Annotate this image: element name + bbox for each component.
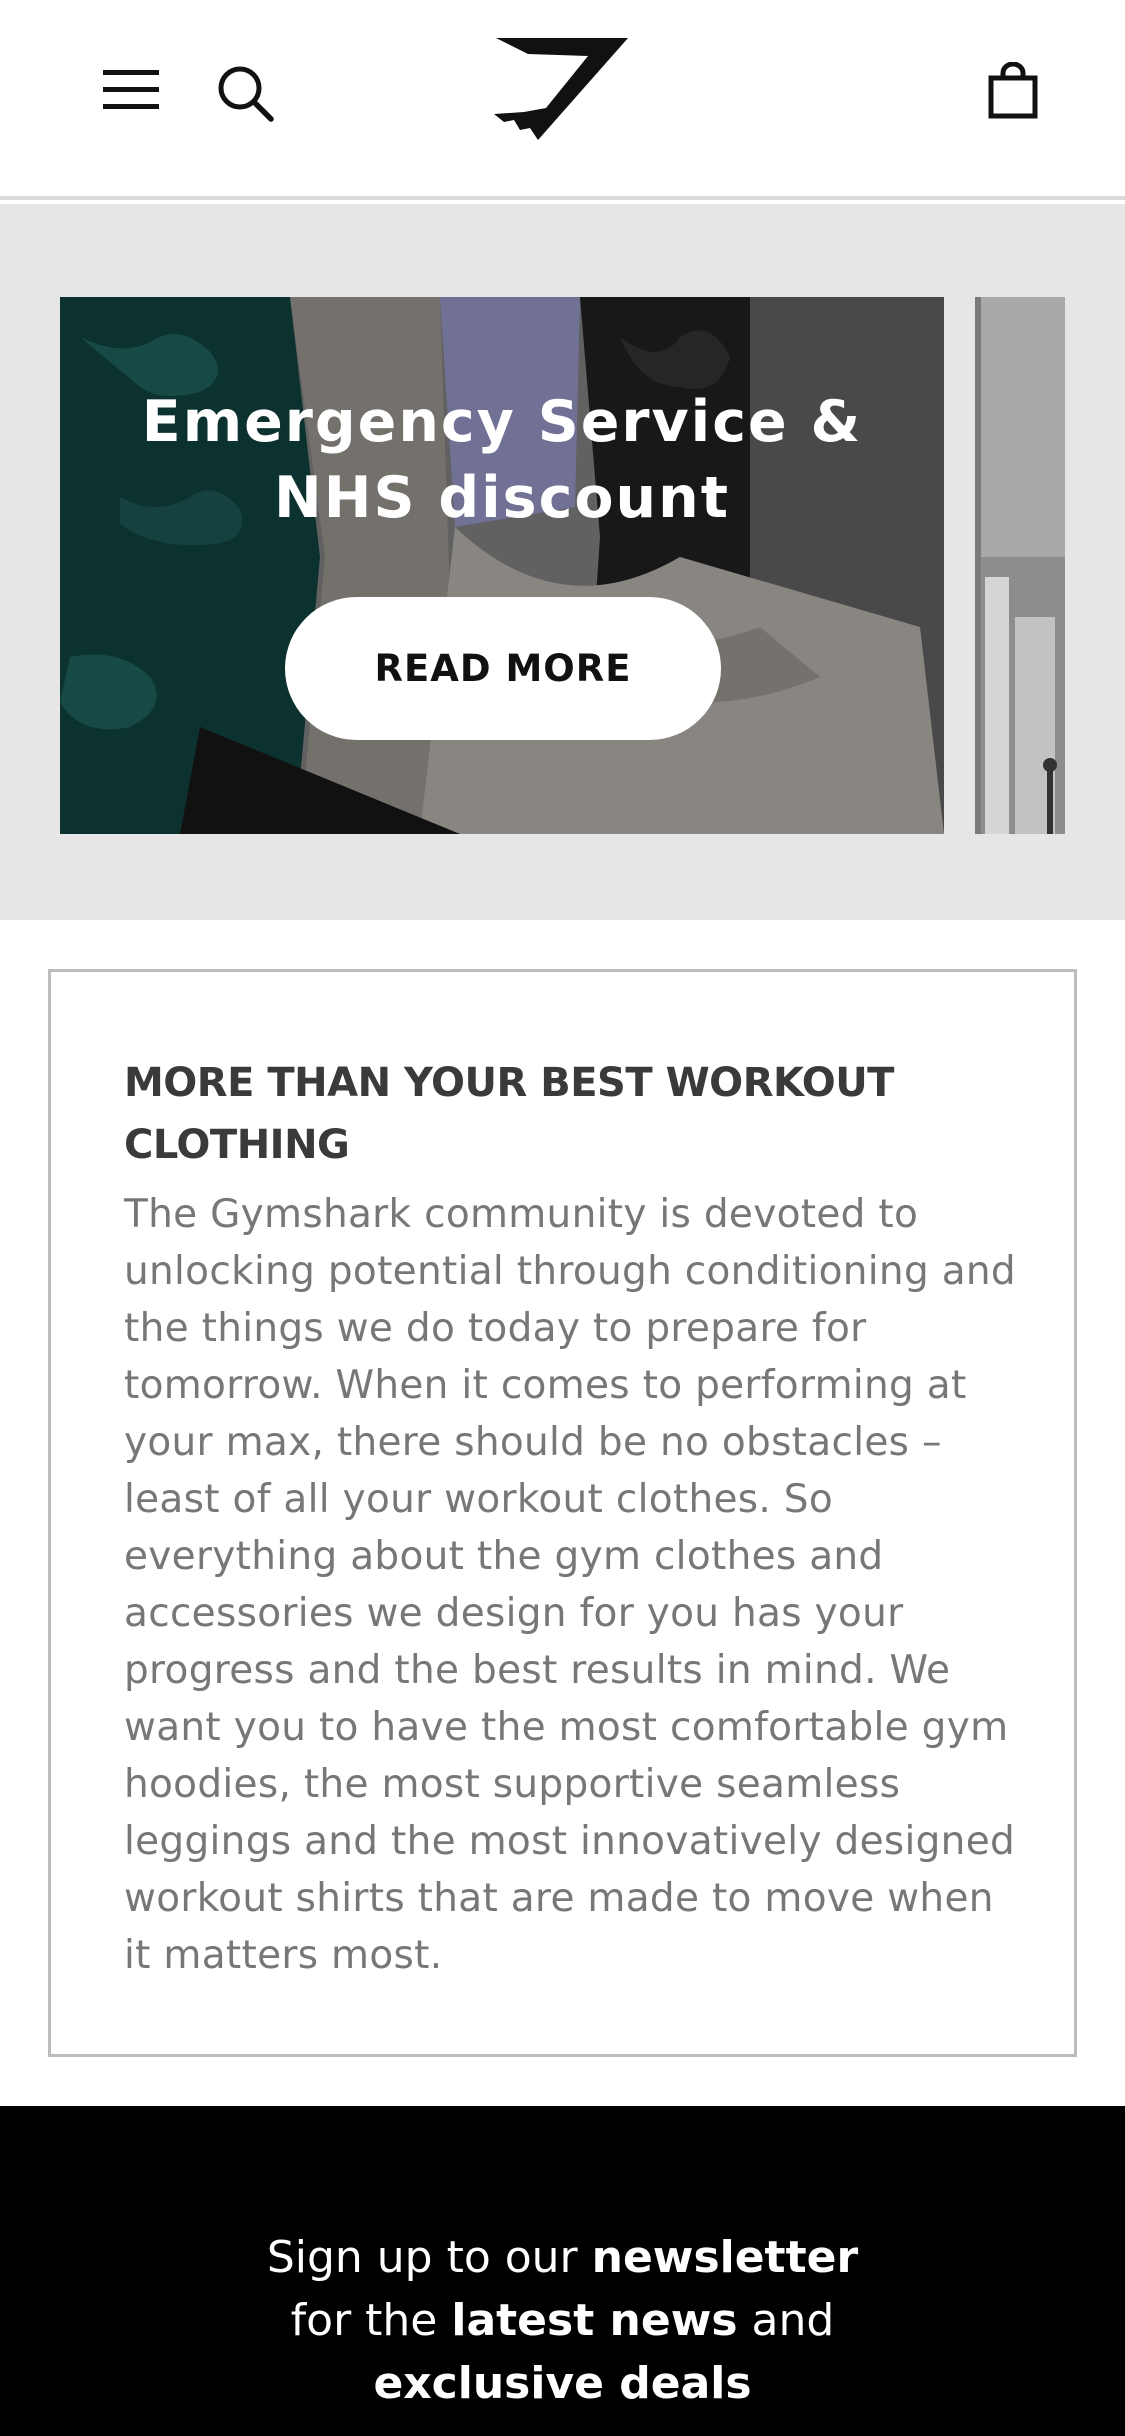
newsletter-text[interactable]: Sign up to our newsletter for the latest… bbox=[0, 2226, 1125, 2415]
newsletter-emphasis: newsletter bbox=[591, 2232, 859, 2283]
slide-title: Emergency Service & NHS discount bbox=[60, 384, 944, 536]
shopping-bag-icon[interactable] bbox=[988, 62, 1038, 120]
newsletter-line3: exclusive deals bbox=[0, 2352, 1125, 2415]
carousel-slide[interactable]: Emergency Service & NHS discount READ MO… bbox=[60, 297, 944, 834]
newsletter-section: Sign up to our newsletter for the latest… bbox=[0, 2106, 1125, 2436]
read-more-button[interactable]: READ MORE bbox=[285, 597, 721, 740]
slide-overlay bbox=[60, 297, 944, 834]
newsletter-text-part: for the bbox=[290, 2295, 452, 2346]
about-body-text: The Gymshark community is devoted to unl… bbox=[124, 1192, 1016, 1978]
page: Emergency Service & NHS discount READ MO… bbox=[0, 0, 1125, 2436]
hamburger-menu-icon[interactable] bbox=[103, 66, 159, 112]
carousel-next-slide-peek[interactable] bbox=[975, 297, 1065, 834]
search-icon[interactable] bbox=[215, 63, 275, 123]
newsletter-line2: for the latest news and bbox=[0, 2289, 1125, 2352]
slide-title-line2: NHS discount bbox=[274, 465, 730, 531]
newsletter-emphasis: latest news bbox=[451, 2295, 738, 2346]
about-section: MORE THAN YOUR BEST WORKOUT CLOTHING The… bbox=[48, 969, 1077, 2057]
about-title: MORE THAN YOUR BEST WORKOUT CLOTHING bbox=[124, 1060, 894, 1168]
newsletter-emphasis: exclusive deals bbox=[373, 2358, 752, 2409]
newsletter-line1: Sign up to our newsletter bbox=[0, 2226, 1125, 2289]
next-slide-image bbox=[975, 297, 1065, 834]
newsletter-text-part: and bbox=[737, 2295, 835, 2346]
promo-carousel: Emergency Service & NHS discount READ MO… bbox=[0, 204, 1125, 920]
site-header bbox=[0, 0, 1125, 200]
gymshark-logo[interactable] bbox=[490, 34, 630, 144]
slide-title-line1: Emergency Service & bbox=[141, 389, 863, 455]
newsletter-text-part: Sign up to our bbox=[266, 2232, 592, 2283]
